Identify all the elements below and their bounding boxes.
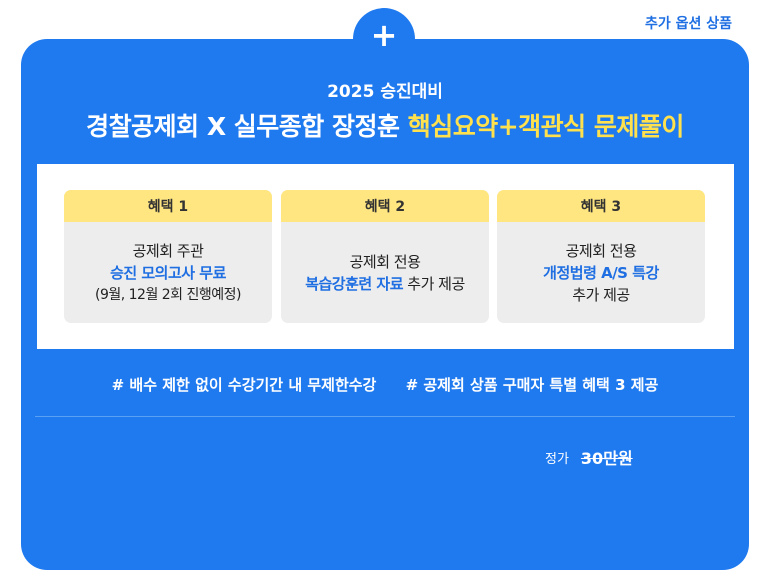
benefit-line-rest: 추가 제공 <box>403 274 465 293</box>
price-value: 30만원 <box>580 449 633 468</box>
benefit-label: 혜택 3 <box>497 190 705 222</box>
benefit-highlight: 개정법령 A/S 특강 <box>543 263 659 282</box>
benefit-line: 공제회 주관 <box>132 241 204 260</box>
benefits-panel: 혜택 1 공제회 주관 승진 모의고사 무료 (9월, 12월 2회 진행예정)… <box>37 164 734 349</box>
benefit-label: 혜택 2 <box>281 190 489 222</box>
promo-card: 2025 승진대비 경찰공제회 X 실무종합 장정훈 핵심요약+객관식 문제풀이… <box>21 39 749 570</box>
benefit-card-3: 혜택 3 공제회 전용 개정법령 A/S 특강 추가 제공 <box>497 190 705 323</box>
benefit-card-1: 혜택 1 공제회 주관 승진 모의고사 무료 (9월, 12월 2회 진행예정) <box>64 190 272 323</box>
benefit-card-2: 혜택 2 공제회 전용 복습강훈련 자료 추가 제공 <box>281 190 489 323</box>
benefit-note: (9월, 12월 2회 진행예정) <box>94 286 242 303</box>
title-main: 경찰공제회 X 실무종합 장정훈 <box>86 112 408 141</box>
hashtag-item: # 배수 제한 없이 수강기간 내 무제한수강 <box>111 376 377 394</box>
plus-icon: + <box>353 8 415 70</box>
hashtag-item: # 공제회 상품 구매자 특별 혜택 3 제공 <box>405 376 659 394</box>
title-highlight: 핵심요약+객관식 문제풀이 <box>407 112 685 141</box>
benefit-highlight: 복습강훈련 자료 <box>305 274 404 293</box>
price-label: 정가 <box>545 451 569 467</box>
benefit-body: 공제회 전용 복습강훈련 자료 추가 제공 <box>281 222 489 323</box>
benefit-line-2: 복습강훈련 자료 추가 제공 <box>305 273 465 295</box>
benefit-highlight: 승진 모의고사 무료 <box>110 263 226 282</box>
hashtags: # 배수 제한 없이 수강기간 내 무제한수강 # 공제회 상품 구매자 특별 … <box>21 374 749 395</box>
plus-glyph: + <box>370 16 398 54</box>
benefit-line-3: 추가 제공 <box>572 285 630 304</box>
price-row: 정가 30만원 <box>545 445 633 469</box>
benefit-body: 공제회 주관 승진 모의고사 무료 (9월, 12월 2회 진행예정) <box>64 222 272 323</box>
benefit-line: 공제회 전용 <box>565 241 637 260</box>
promo-subtitle: 2025 승진대비 <box>327 82 443 102</box>
promo-title: 경찰공제회 X 실무종합 장정훈 핵심요약+객관식 문제풀이 <box>21 107 749 143</box>
option-product-label: 추가 옵션 상품 <box>644 16 732 32</box>
benefit-body: 공제회 전용 개정법령 A/S 특강 추가 제공 <box>497 222 705 323</box>
divider <box>35 416 735 417</box>
benefit-line: 공제회 전용 <box>349 252 421 271</box>
benefit-label: 혜택 1 <box>64 190 272 222</box>
